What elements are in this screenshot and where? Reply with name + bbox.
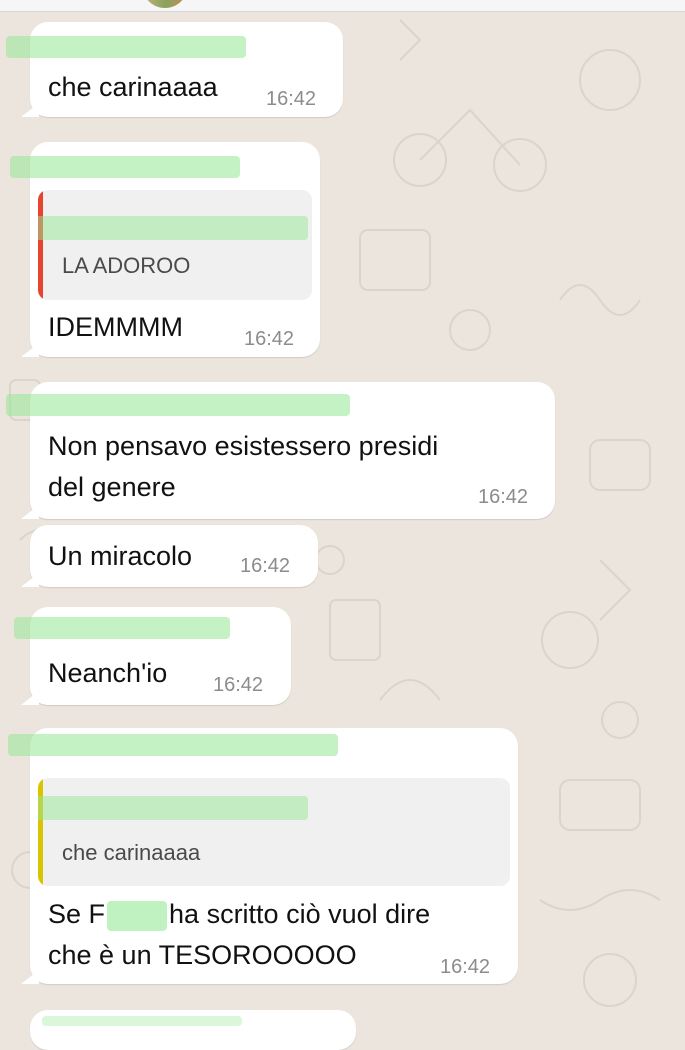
message-bubble-partial[interactable] — [30, 1010, 356, 1050]
message-timestamp: 16:42 — [440, 956, 491, 978]
message-timestamp: 16:42 — [213, 674, 264, 696]
message-bubble[interactable]: Non pensavo esistessero presidi del gene… — [6, 382, 555, 519]
message-text: IDEMMMM — [48, 312, 183, 342]
message-bubble[interactable]: Un miracolo 16:42 — [21, 525, 318, 587]
sender-name-redacted — [42, 1016, 242, 1026]
sender-name-redacted — [6, 394, 350, 416]
message-text-start: Se F — [48, 899, 106, 929]
quoted-reply[interactable]: che carinaaaa — [38, 778, 510, 886]
quoted-sender-redacted — [38, 796, 308, 820]
message-bubble[interactable]: LA ADOROO IDEMMMM 16:42 — [10, 142, 320, 357]
message-text: Un miracolo — [48, 541, 193, 571]
message-text: Non pensavo esistessero presidi del gene… — [48, 431, 439, 502]
message-timestamp: 16:42 — [240, 555, 291, 577]
message-bubble[interactable]: Neanch'io 16:42 — [14, 607, 291, 705]
message-timestamp: 16:42 — [478, 486, 529, 508]
message-bubble[interactable]: che carinaaaa Se Fha scritto ciò vuol di… — [8, 728, 518, 984]
message-text-rest: ha scritto ciò vuol dire che è un TESORO… — [48, 899, 431, 970]
reply-indicator-bar — [38, 778, 43, 886]
chat-header-bar — [0, 0, 685, 12]
message-text: Neanch'io — [48, 658, 168, 688]
message-timestamp: 16:42 — [244, 328, 295, 350]
quoted-text: che carinaaaa — [62, 840, 201, 865]
sender-name-redacted — [14, 617, 230, 639]
quoted-sender-redacted — [38, 216, 308, 240]
reply-indicator-bar — [38, 190, 43, 300]
sender-name-redacted — [8, 734, 338, 756]
sender-name-redacted — [10, 156, 240, 178]
message-text: che carinaaaa — [48, 72, 218, 102]
message-timestamp: 16:42 — [266, 88, 317, 110]
quoted-reply[interactable]: LA ADOROO — [38, 190, 312, 300]
sender-name-redacted — [6, 36, 246, 58]
message-bubble[interactable]: che carinaaaa 16:42 — [6, 22, 343, 117]
quoted-text: LA ADOROO — [62, 253, 191, 278]
contact-avatar[interactable] — [142, 0, 188, 8]
redacted-name — [107, 900, 168, 931]
message-text: Se Fha scritto ciò vuol dire che è un TE… — [48, 894, 430, 976]
